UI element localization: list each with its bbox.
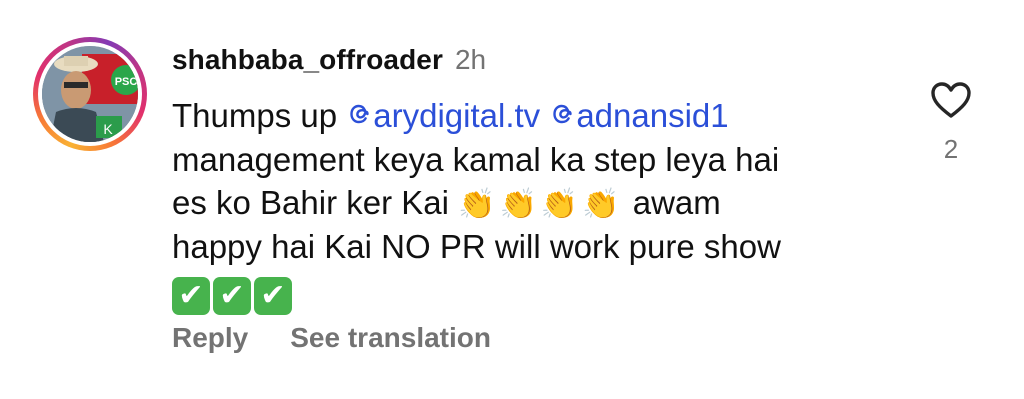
clap-emoji: 👏 <box>540 188 579 221</box>
clap-emoji: 👏 <box>582 188 620 221</box>
comment-text-3b: awam <box>623 184 721 221</box>
comment-time: 2h <box>454 44 487 75</box>
comment-line-1: Thumps up arydigital.tv adnansid1 <box>172 94 892 138</box>
threads-at-icon <box>350 104 369 124</box>
comment: PSC K shahbaba_offroader 2h Thumps up ar… <box>0 0 1024 399</box>
mention-adnansid1[interactable]: adnansid1 <box>549 97 729 134</box>
comment-text-1: Thumps up <box>172 97 347 134</box>
avatar-story-ring[interactable]: PSC K <box>33 37 147 151</box>
comment-line-5: ✔ ✔ ✔ <box>172 268 892 315</box>
check-mark-emoji: ✔ <box>172 277 210 315</box>
avatar-badge-text: PSC <box>115 76 138 88</box>
avatar-photo: PSC K <box>42 46 138 142</box>
mention-adnansid1-text: adnansid1 <box>576 97 729 134</box>
threads-at-icon <box>553 104 573 124</box>
svg-text:K: K <box>103 121 113 137</box>
heart-icon <box>931 82 971 118</box>
see-translation-button[interactable]: See translation <box>290 322 491 354</box>
comment-text-3: es ko Bahir ker Kai <box>172 184 459 221</box>
reply-button[interactable]: Reply <box>172 322 248 354</box>
mention-arydigital[interactable]: arydigital.tv <box>346 97 540 134</box>
comment-header: shahbaba_offroader 2h <box>172 40 486 80</box>
like-button[interactable]: 2 <box>928 80 974 165</box>
comment-line-4: happy hai Kai NO PR will work pure show <box>172 227 781 265</box>
avatar[interactable]: PSC K <box>42 46 138 142</box>
comment-line-2: management keya kamal ka step leya hai <box>172 140 780 178</box>
comment-actions: Reply See translation <box>172 318 491 358</box>
check-mark-emoji: ✔ <box>213 277 251 315</box>
check-mark-emoji: ✔ <box>254 277 292 315</box>
username-link[interactable]: shahbaba_offroader <box>172 44 443 76</box>
clap-emoji: 👏 <box>458 188 496 221</box>
comment-line-3: es ko Bahir ker Kai 👏 👏 👏 👏 awam <box>172 181 892 225</box>
comment-body: Thumps up arydigital.tv adnansid1 manage… <box>172 94 892 315</box>
like-count: 2 <box>943 134 959 164</box>
mention-arydigital-text: arydigital.tv <box>373 97 541 134</box>
avatar-ring-gap: PSC K <box>38 42 142 146</box>
clap-emoji: 👏 <box>499 188 537 221</box>
